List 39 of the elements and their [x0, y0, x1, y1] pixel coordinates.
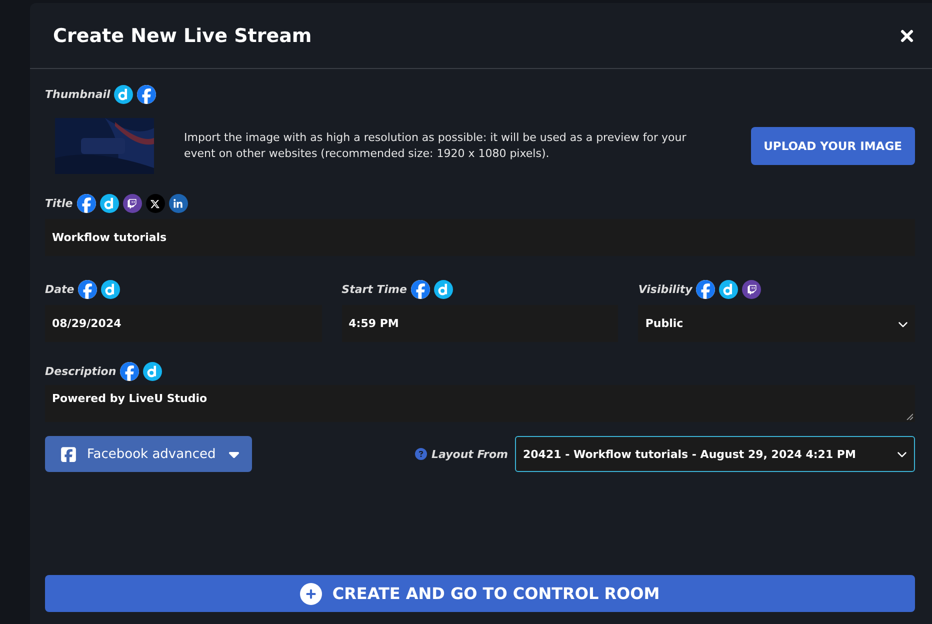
input-field[interactable]: 4:59 PM — [342, 305, 618, 342]
field-label: Visibility — [638, 283, 692, 296]
field-label: Description — [45, 365, 116, 378]
facebook-icon — [60, 446, 77, 462]
resize-handle-icon[interactable] — [906, 413, 913, 420]
input-field[interactable]: Workflow tutorials — [45, 219, 915, 256]
x-icon — [146, 194, 165, 213]
select-field[interactable]: 20421 - Workflow tutorials - August 29, 2024 4:21 PM — [515, 436, 915, 472]
dailymotion-icon — [143, 362, 162, 381]
upload-button[interactable]: UPLOAD YOUR IMAGE — [750, 127, 915, 165]
chevron-down-icon — [897, 449, 907, 459]
dialog-title: Create New Live Stream — [53, 24, 312, 46]
facebook-advanced-button[interactable]: Facebook advanced — [45, 436, 252, 472]
twitch-icon — [122, 194, 142, 213]
facebook-icon — [78, 280, 98, 299]
upload-hint: Import the image with as high a resolution as possible: it will be used as a preview for your event on other websites (recommended size: 1920 x 1080 pixels). — [184, 130, 688, 162]
text-area[interactable]: Powered by LiveU Studio — [45, 385, 915, 422]
twitch-icon — [742, 280, 762, 299]
help-icon[interactable] — [414, 448, 426, 460]
field-label: Thumbnail — [45, 88, 110, 101]
facebook-icon — [76, 194, 96, 213]
facebook-icon — [410, 280, 430, 299]
field-label: Title — [45, 197, 73, 210]
dailymotion-icon — [101, 280, 120, 299]
linkedin-icon — [168, 194, 188, 213]
dailymotion-icon — [434, 280, 453, 299]
create-button[interactable]: CREATE AND GO TO CONTROL ROOM — [45, 575, 915, 612]
field-label: Date — [45, 283, 74, 296]
dailymotion-icon — [100, 194, 119, 213]
select-field[interactable]: Public — [638, 305, 915, 342]
plus-icon — [300, 582, 322, 604]
facebook-icon — [137, 85, 156, 104]
facebook-icon — [120, 362, 140, 381]
input-field[interactable]: 08/29/2024 — [45, 305, 322, 342]
dailymotion-icon — [719, 280, 738, 299]
facebook-icon — [696, 280, 716, 299]
field-label: Layout From — [432, 448, 508, 460]
field-label: Start Time — [342, 283, 407, 296]
dailymotion-icon — [114, 85, 134, 104]
